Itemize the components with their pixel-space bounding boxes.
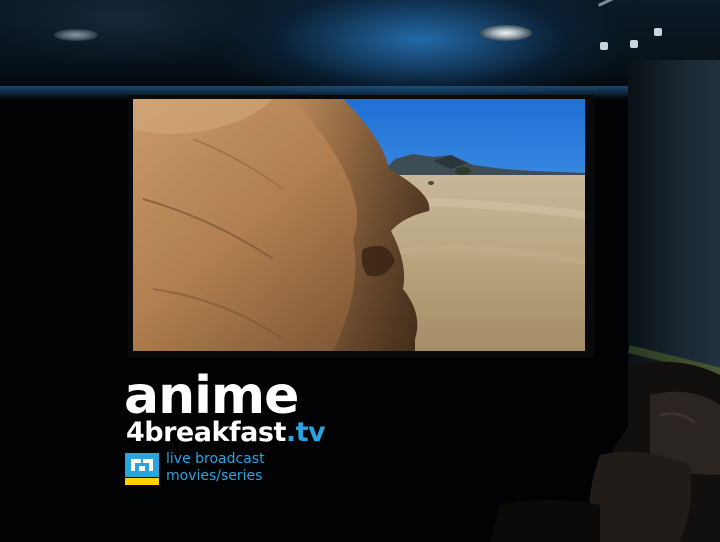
brand-tagline: live broadcast movies/series <box>166 451 265 485</box>
brand-name-prefix: 4breakfast <box>126 417 286 448</box>
brand-name-main: anime <box>124 366 299 426</box>
projection-screen <box>133 99 585 351</box>
ceiling-downlight-icon <box>54 29 98 41</box>
logo-badge-icon <box>125 453 159 485</box>
home-theater-scene: anime 4breakfast.tv live broadcast movie… <box>0 0 720 542</box>
ceiling <box>0 0 720 95</box>
sofa <box>490 361 720 542</box>
desert-rock-image <box>133 99 585 351</box>
tagline-movies-series: movies/series <box>166 468 263 484</box>
brand-tld: .tv <box>285 417 326 448</box>
track-light-icon <box>600 42 608 50</box>
brand-domain: 4breakfast.tv <box>126 417 326 448</box>
ceiling-downlight-icon <box>480 25 532 41</box>
track-light-icon <box>654 28 662 36</box>
track-light-icon <box>630 40 638 48</box>
tagline-live-broadcast: live broadcast <box>166 451 265 467</box>
